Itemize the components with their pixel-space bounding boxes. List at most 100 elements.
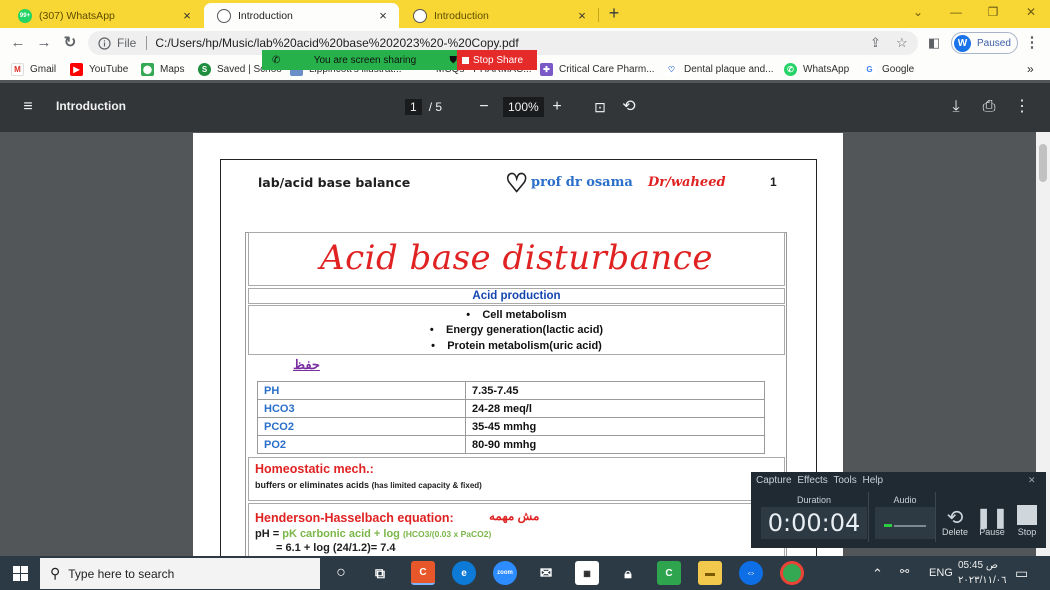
tab-whatsapp[interactable]: 99+ (307) WhatsApp ×	[5, 3, 203, 28]
store-icon[interactable]: 🔒︎	[616, 561, 640, 585]
bookmark-gmail[interactable]: M Gmail	[11, 61, 56, 77]
close-tab-icon[interactable]: ×	[179, 8, 195, 23]
table-row: PH 7.35-7.45	[257, 381, 765, 400]
tab-introduction[interactable]: Introduction ×	[400, 3, 598, 28]
restore-icon[interactable]: ❐	[983, 5, 1003, 21]
language-indicator[interactable]: ENG	[929, 567, 953, 579]
pause-button[interactable]: ❚❚ Pause	[974, 505, 1010, 537]
close-tab-icon[interactable]: ×	[375, 8, 391, 23]
taskbar-search[interactable]: ⚲ Type here to search	[40, 558, 320, 589]
print-icon[interactable]: ⎙	[979, 97, 999, 117]
download-icon[interactable]: ⤓	[946, 97, 966, 117]
list-item: • Protein metabolism(uric acid)	[431, 340, 602, 352]
bookmark-critical-care[interactable]: ✚ Critical Care Pharm...	[540, 61, 655, 77]
bookmark-dental[interactable]: ♡ Dental plaque and...	[665, 61, 774, 77]
screen: { "browser": { "tabs": [ {"title": "(307…	[0, 0, 1050, 590]
fit-page-icon[interactable]: ⊡	[590, 97, 610, 117]
more-bookmarks-icon[interactable]: »	[1027, 61, 1034, 77]
menu-tools[interactable]: Tools	[833, 475, 856, 486]
saved-icon: S	[198, 62, 211, 76]
teamviewer-icon[interactable]: ⇔	[739, 561, 763, 585]
normal-values-table: PH 7.35-7.45 HCO3 24-28 meq/l PCO2 35-45 mm…	[257, 381, 765, 454]
windows-taskbar: ⚲ Type here to search ○ ⧉ C e zoom ✉ ▦ 🔒…	[0, 556, 1050, 590]
shield-icon: ⛊	[449, 54, 458, 66]
table-row: PCO2 35-45 mmhg	[257, 417, 765, 436]
tab-title: (307) WhatsApp	[39, 9, 115, 22]
page-number-input[interactable]: 1	[405, 99, 422, 115]
table-row: HCO3 24-28 meq/l	[257, 399, 765, 418]
audio-label: Audio	[893, 495, 917, 505]
duration-label: Duration	[796, 495, 832, 505]
divider	[935, 492, 936, 542]
forward-arrow-icon[interactable]: →	[34, 33, 54, 53]
globe-icon	[217, 8, 231, 23]
audio-level-bar	[884, 524, 892, 527]
screen-share-message: You are screen sharing	[313, 54, 417, 66]
delete-button[interactable]: ⟲ Delete	[937, 505, 973, 537]
menu-capture[interactable]: Capture	[756, 475, 792, 486]
audio-slider[interactable]	[894, 525, 926, 527]
maps-pin-icon: ⬤	[141, 62, 154, 76]
minimize-icon[interactable]: —	[946, 5, 966, 21]
side-panel-icon[interactable]: ◧	[924, 33, 944, 53]
camtasia-green-icon[interactable]: C	[657, 561, 681, 585]
edge-icon[interactable]: e	[452, 561, 476, 585]
bookmark-google[interactable]: G Google	[863, 61, 914, 77]
mail-icon[interactable]: ✉	[534, 561, 558, 585]
gmail-icon: M	[11, 62, 24, 76]
list-item: • Energy generation(lactic acid)	[429, 324, 604, 336]
more-options-icon[interactable]: ⋮	[1012, 97, 1032, 117]
zoom-icon[interactable]: zoom	[493, 561, 517, 585]
info-icon[interactable]	[98, 36, 111, 50]
scrollbar-thumb[interactable]	[1039, 144, 1047, 182]
page-total: / 5	[428, 100, 443, 114]
stop-button[interactable]: Stop	[1009, 505, 1045, 537]
zoom-input[interactable]: 100%	[503, 97, 544, 117]
calendar-icon[interactable]: ▦	[575, 561, 599, 585]
menu-kebab-icon[interactable]: ⋮	[1022, 33, 1042, 53]
header-title: lab/acid base balance	[258, 175, 411, 190]
reload-icon[interactable]: ↻	[60, 33, 80, 53]
clock-date[interactable]: ٢٠٢٣/١١/٠٦	[958, 575, 1007, 586]
bookmark-whatsapp[interactable]: ✆ WhatsApp	[784, 61, 849, 77]
rotate-icon[interactable]: ⟲	[619, 97, 639, 117]
section-title: Acid production	[248, 288, 785, 304]
bookmark-youtube[interactable]: ▶ YouTube	[70, 61, 128, 77]
cortana-icon[interactable]: ○	[329, 561, 353, 585]
back-arrow-icon[interactable]: ←	[8, 33, 28, 53]
file-explorer-icon[interactable]: ▬	[698, 561, 722, 585]
search-placeholder: Type here to search	[68, 566, 175, 581]
zoom-in-icon[interactable]: +	[547, 97, 567, 117]
menu-help[interactable]: Help	[863, 475, 884, 486]
bookmark-maps[interactable]: ⬤ Maps	[141, 61, 184, 77]
close-recorder-icon[interactable]: ✕	[1028, 475, 1036, 486]
new-tab-button[interactable]: +	[605, 3, 623, 25]
zoom-out-icon[interactable]: −	[474, 97, 494, 117]
show-hidden-icons-icon[interactable]: ⌃	[872, 566, 883, 582]
screen-share-status: ✆ You are screen sharing ⛊	[262, 50, 457, 70]
tab-title: Introduction	[238, 9, 293, 22]
bookmark-star-icon[interactable]: ☆	[896, 35, 908, 51]
close-tab-icon[interactable]: ×	[574, 8, 590, 23]
task-view-icon[interactable]: ⧉	[368, 561, 392, 585]
clock-time[interactable]: 05:45 ص	[958, 560, 998, 571]
profile-status: Paused	[977, 37, 1011, 49]
windows-start-icon[interactable]	[8, 561, 32, 585]
table-row: PO2 80-90 mmhg	[257, 435, 765, 454]
audio-level-meter[interactable]	[875, 507, 935, 539]
recorder-menu: Capture Effects Tools Help	[756, 475, 883, 486]
stop-share-button[interactable]: Stop Share	[457, 50, 537, 70]
notifications-icon[interactable]: ▭	[1015, 565, 1028, 582]
profile-button[interactable]: W Paused	[951, 32, 1018, 54]
share-icon[interactable]: ⇪	[870, 35, 881, 51]
tab-search-icon[interactable]: ⌄	[908, 5, 928, 21]
chrome-icon[interactable]	[780, 561, 804, 585]
network-icon[interactable]: ⚯	[900, 565, 909, 578]
close-window-icon[interactable]: ✕	[1021, 5, 1041, 21]
phone-icon: ✆	[272, 54, 281, 66]
hamburger-menu-icon[interactable]: ≡	[18, 97, 38, 117]
henderson-heading: Henderson-Hasselbach equation:	[255, 511, 454, 525]
camtasia-icon[interactable]: C	[411, 561, 435, 585]
tab-introduction-active[interactable]: Introduction ×	[204, 3, 399, 28]
menu-effects[interactable]: Effects	[797, 475, 827, 486]
